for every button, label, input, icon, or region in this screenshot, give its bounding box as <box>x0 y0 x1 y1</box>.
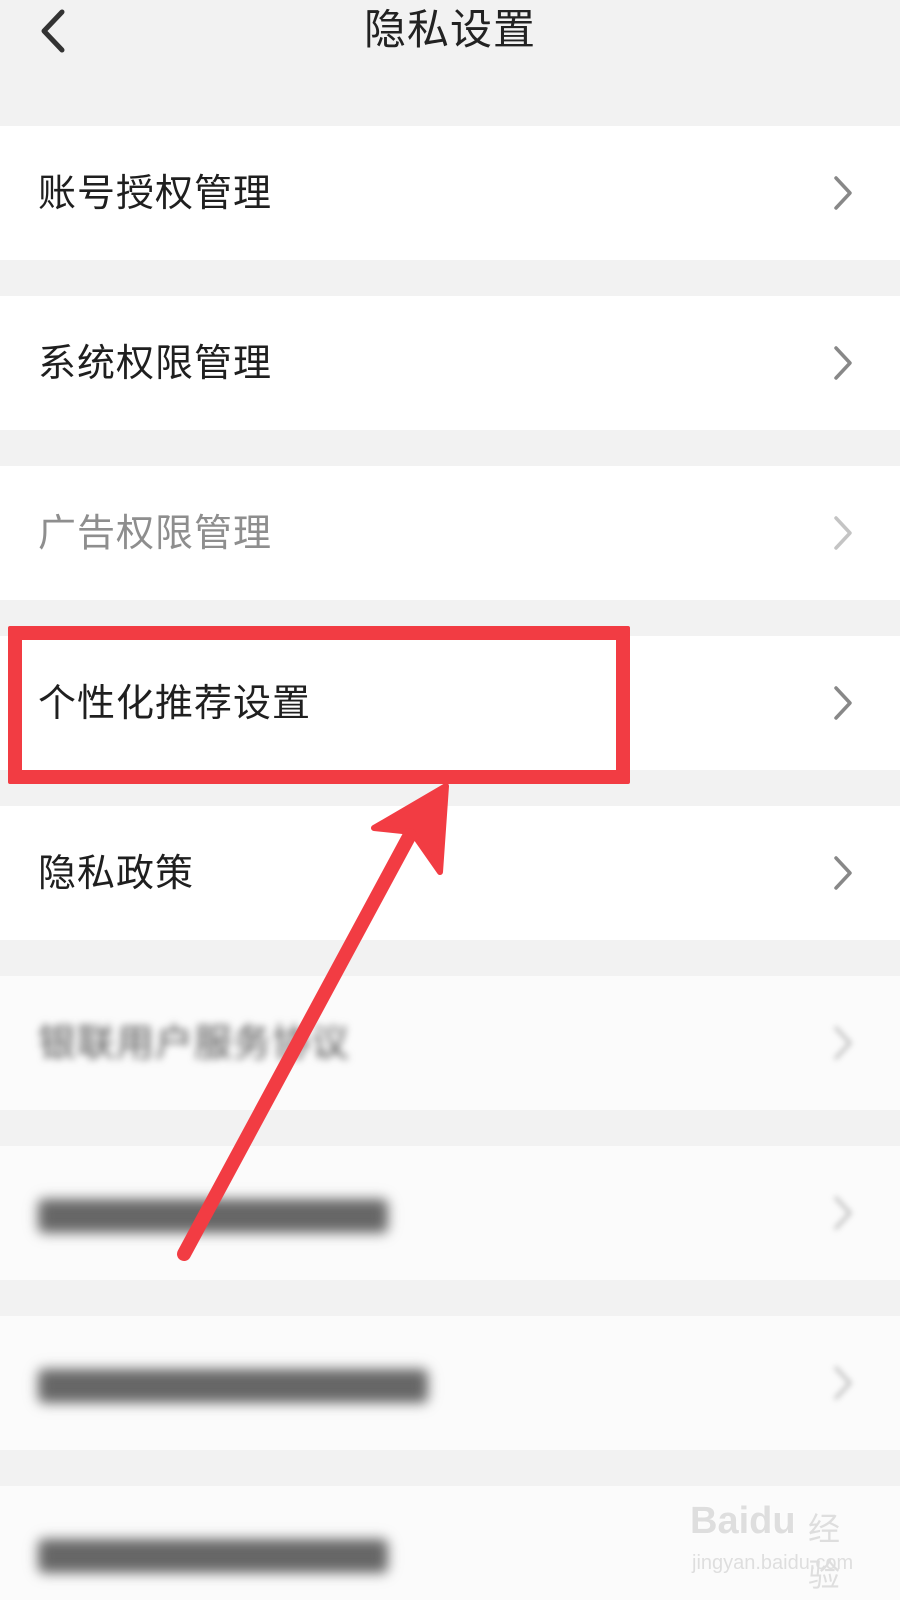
list-item-label: 广告权限管理 <box>38 511 273 555</box>
blurred-text <box>38 1316 428 1450</box>
chevron-right-icon <box>834 686 852 720</box>
list-item-label: 系统权限管理 <box>38 341 273 385</box>
blurred-text <box>38 1146 388 1280</box>
list-item-system-permissions[interactable]: 系统权限管理 <box>0 296 900 430</box>
watermark-logo: Baidu <box>690 1500 796 1542</box>
watermark-text: 经验 <box>808 1510 841 1594</box>
list-item-blurred[interactable] <box>0 1146 900 1280</box>
blurred-text <box>38 1486 388 1600</box>
chevron-right-icon <box>834 516 852 550</box>
top-nav-bar: 隐私设置 <box>0 0 900 128</box>
list-item-blurred[interactable] <box>0 1316 900 1450</box>
chevron-right-icon <box>834 856 852 890</box>
chevron-right-icon <box>834 1366 852 1400</box>
list-item-account-authorization[interactable]: 账号授权管理 <box>0 126 900 260</box>
list-item-label: 账号授权管理 <box>38 171 273 215</box>
annotation-highlight-box <box>8 626 630 784</box>
list-item-unionpay-service-agreement[interactable]: 银联用户服务协议 <box>0 976 900 1110</box>
baidu-jingyan-watermark: Baidu 经验 jingyan.baidu.com <box>690 1500 860 1594</box>
watermark-url: jingyan.baidu.com <box>692 1552 854 1574</box>
list-item-label: 银联用户服务协议 <box>38 1021 351 1065</box>
chevron-right-icon <box>834 1196 852 1230</box>
list-item-ad-permissions[interactable]: 广告权限管理 <box>0 466 900 600</box>
chevron-right-icon <box>834 176 852 210</box>
list-item-label: 隐私政策 <box>38 851 195 895</box>
page-title: 隐私设置 <box>363 5 536 54</box>
chevron-right-icon <box>834 1026 852 1060</box>
chevron-right-icon <box>834 346 852 380</box>
list-item-privacy-policy[interactable]: 隐私政策 <box>0 806 900 940</box>
